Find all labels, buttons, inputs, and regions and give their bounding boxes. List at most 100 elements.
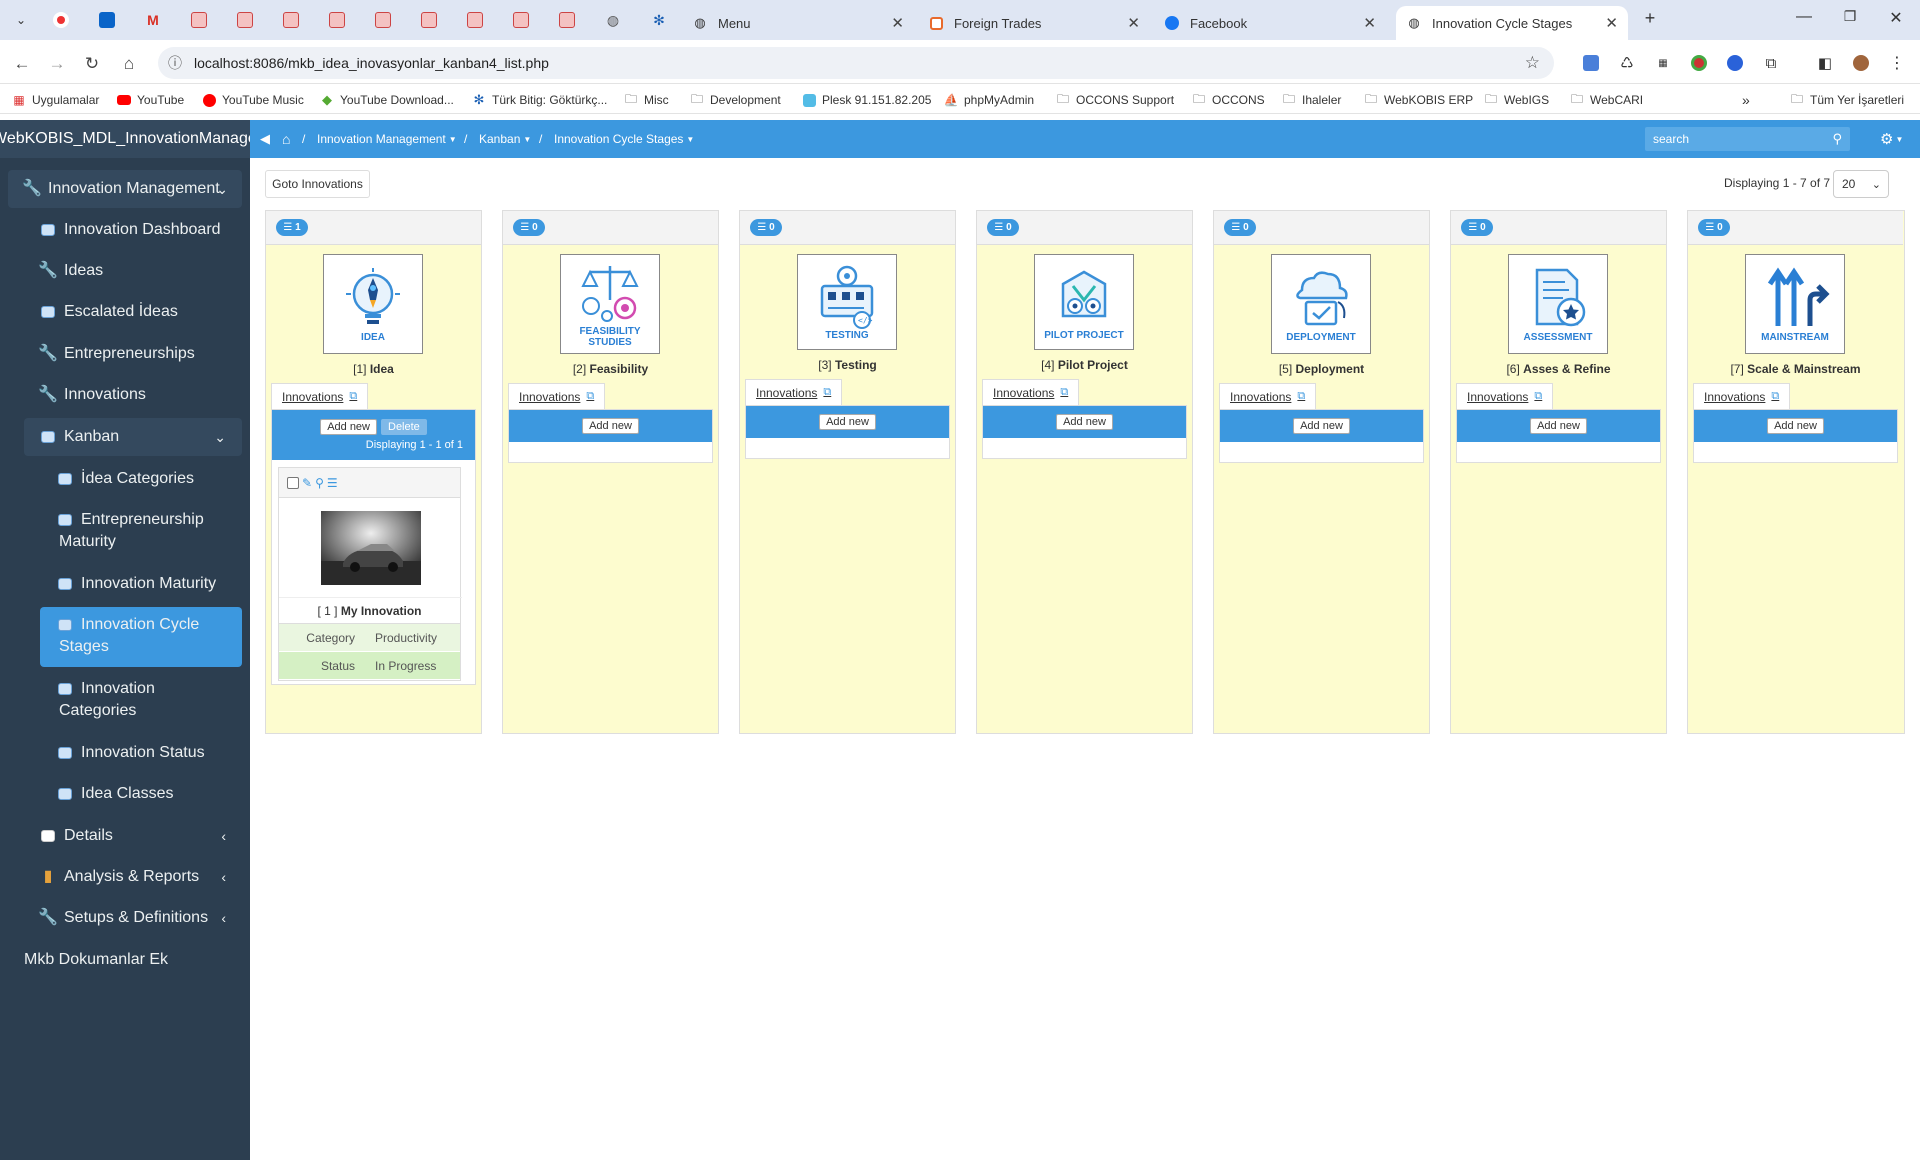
extension-icon[interactable]: ▦ (1652, 52, 1674, 74)
new-tab-button[interactable]: + (1638, 8, 1662, 29)
sidebar-item-details[interactable]: Details ‹ (0, 825, 250, 847)
app-title[interactable]: WebKOBIS_MDL_InnovationManagement (0, 120, 250, 158)
tab-facebook[interactable]: Facebook ✕ (1154, 6, 1386, 40)
reload-icon[interactable]: ↻ (80, 52, 104, 76)
pinned-tab-icon[interactable] (508, 8, 534, 32)
bookmark-folder-webcari[interactable]: 🗀 WebCARI (1570, 90, 1643, 110)
pinned-tab-icon[interactable] (370, 8, 396, 32)
recycle-icon[interactable]: ♺ (1616, 52, 1638, 74)
pinned-tab-icon[interactable]: ✻ (646, 8, 672, 32)
close-icon[interactable]: ✕ (1127, 14, 1140, 32)
pinned-tab-icon[interactable] (232, 8, 258, 32)
tab-innovation-cycle-stages[interactable]: ◍ Innovation Cycle Stages ✕ (1396, 6, 1628, 40)
gmail-tab-icon[interactable]: M (140, 8, 166, 32)
translate-icon[interactable] (1580, 52, 1602, 74)
innovations-link[interactable]: Innovations ⧉ (1219, 383, 1317, 409)
close-icon[interactable]: ✕ (891, 14, 904, 32)
bookmark-folder-development[interactable]: 🗀 Development (690, 90, 781, 110)
bookmark-turk-bitig[interactable]: ✻ Türk Bitig: Göktürkç... (472, 90, 608, 110)
sidebar-item-mkb-dokumanlar-ek[interactable]: Mkb Dokumanlar Ek (0, 949, 250, 971)
pinned-tab-icon[interactable] (48, 8, 74, 32)
goto-innovations-button[interactable]: Goto Innovations (265, 170, 370, 198)
breadcrumb-innovation-cycle-stages[interactable]: Innovation Cycle Stages ▼ (554, 120, 694, 158)
bookmark-folder-ihaleler[interactable]: 🗀 Ihaleler (1282, 90, 1341, 110)
bookmark-folder-occons-support[interactable]: 🗀 OCCONS Support (1056, 90, 1174, 110)
search-icon[interactable]: ⚲ (1832, 131, 1842, 147)
breadcrumb-kanban[interactable]: Kanban ▼ (479, 120, 531, 158)
sidebar-item-innovations[interactable]: 🔧 Innovations (0, 384, 250, 406)
side-panel-icon[interactable]: ◧ (1814, 52, 1836, 74)
breadcrumb-innovation-management[interactable]: Innovation Management ▼ (317, 120, 457, 158)
restore-button[interactable]: ❐ (1838, 8, 1862, 25)
sidebar-item-entrepreneurship-maturity[interactable]: Entrepreneurship Maturity (0, 509, 240, 553)
card-image[interactable] (279, 498, 462, 598)
outlook-tab-icon[interactable] (94, 8, 120, 32)
bookmark-plesk[interactable]: Plesk 91.151.82.205 (802, 90, 931, 110)
search-icon[interactable]: ⚲ (315, 476, 324, 490)
tab-menu[interactable]: ◍ Menu ✕ (682, 6, 914, 40)
extension-icon[interactable] (1724, 52, 1746, 74)
bookmark-apps[interactable]: ▦ Uygulamalar (12, 90, 99, 110)
innovations-link[interactable]: Innovations ⧉ (1456, 383, 1554, 409)
collapse-sidebar-icon[interactable]: ◀ (260, 120, 270, 158)
close-window-button[interactable]: ✕ (1884, 8, 1908, 28)
sidebar-item-kanban[interactable]: Kanban ⌄ (0, 426, 250, 448)
innovations-link[interactable]: Innovations ⧉ (271, 383, 369, 409)
bookmark-folder-webigs[interactable]: 🗀 WebIGS (1484, 90, 1549, 110)
tab-search-icon[interactable]: ⌄ (8, 8, 34, 32)
site-info-icon[interactable]: ⓘ (168, 53, 182, 73)
home-icon[interactable]: ⌂ (282, 120, 290, 158)
pinned-tab-icon[interactable] (324, 8, 350, 32)
minimize-button[interactable]: — (1792, 8, 1816, 26)
close-icon[interactable]: ✕ (1605, 14, 1618, 32)
delete-button[interactable]: Delete (381, 419, 427, 435)
bookmark-folder-webkobis-erp[interactable]: 🗀 WebKOBIS ERP (1364, 90, 1473, 110)
add-new-button[interactable]: Add new (1056, 414, 1113, 430)
bookmark-folder-all[interactable]: 🗀 Tüm Yer İşaretleri (1790, 90, 1904, 110)
sidebar-item-innovation-dashboard[interactable]: Innovation Dashboard (0, 219, 250, 241)
sidebar-item-innovation-maturity[interactable]: Innovation Maturity (0, 573, 250, 595)
list-icon[interactable]: ☰ (327, 476, 338, 490)
sidebar-item-innovation-management[interactable]: 🔧 Innovation Management ⌄ (0, 178, 250, 200)
bookmark-youtube-music[interactable]: YouTube Music (202, 90, 304, 110)
sidebar-item-setups-definitions[interactable]: 🔧 Setups & Definitions ‹ (0, 907, 250, 929)
search-input[interactable]: search ⚲ (1645, 127, 1850, 151)
innovations-link[interactable]: Innovations ⧉ (982, 379, 1080, 405)
add-new-button[interactable]: Add new (320, 419, 377, 435)
menu-dots-icon[interactable]: ⋮ (1886, 52, 1908, 74)
puzzle-icon[interactable]: ⧉ (1760, 52, 1782, 74)
tab-foreign-trades[interactable]: Foreign Trades ✕ (918, 6, 1150, 40)
address-bar[interactable]: ⓘ localhost:8086/mkb_idea_inovasyonlar_k… (158, 47, 1554, 79)
sidebar-item-innovation-cycle-stages[interactable]: Innovation Cycle Stages (0, 614, 250, 658)
more-bookmarks-chevron-icon[interactable]: » (1742, 90, 1750, 110)
bookmark-youtube-download[interactable]: ◆ YouTube Download... (320, 90, 454, 110)
bookmark-folder-misc[interactable]: 🗀 Misc (624, 90, 669, 110)
sidebar-item-innovation-status[interactable]: Innovation Status (0, 742, 250, 764)
sidebar-item-ideas[interactable]: 🔧 Ideas (0, 260, 250, 282)
bookmark-star-icon[interactable]: ☆ (1525, 53, 1540, 73)
pinned-tab-icon[interactable] (462, 8, 488, 32)
add-new-button[interactable]: Add new (1767, 418, 1824, 434)
add-new-button[interactable]: Add new (1530, 418, 1587, 434)
bookmark-folder-occons[interactable]: 🗀 OCCONS (1192, 90, 1265, 110)
innovations-link[interactable]: Innovations ⧉ (745, 379, 843, 405)
globe-tab-icon[interactable]: ◍ (600, 8, 626, 32)
select-checkbox[interactable] (287, 476, 299, 489)
innovations-link[interactable]: Innovations ⧉ (1693, 383, 1791, 409)
pinned-tab-icon[interactable] (416, 8, 442, 32)
sidebar-item-idea-categories[interactable]: İdea Categories (0, 468, 250, 490)
sidebar-item-idea-classes[interactable]: Idea Classes (0, 783, 250, 805)
close-icon[interactable]: ✕ (1363, 14, 1376, 32)
gear-icon[interactable]: ⚙ ▼ (1880, 120, 1903, 158)
edit-icon[interactable]: ✎ (302, 476, 312, 490)
forward-icon[interactable]: → (45, 52, 69, 76)
color-picker-icon[interactable] (1688, 52, 1710, 74)
add-new-button[interactable]: Add new (1293, 418, 1350, 434)
kanban-card[interactable]: ✎ ⚲ ☰ [ 1 ] My Innovation Category Produc… (278, 467, 462, 681)
add-new-button[interactable]: Add new (582, 418, 639, 434)
innovations-link[interactable]: Innovations ⧉ (508, 383, 606, 409)
page-size-select[interactable]: 20 ⌄ (1833, 170, 1889, 198)
sidebar-item-entrepreneurships[interactable]: 🔧 Entrepreneurships (0, 343, 250, 365)
sidebar-item-innovation-categories[interactable]: Innovation Categories (0, 678, 250, 722)
back-icon[interactable]: ← (10, 52, 34, 76)
